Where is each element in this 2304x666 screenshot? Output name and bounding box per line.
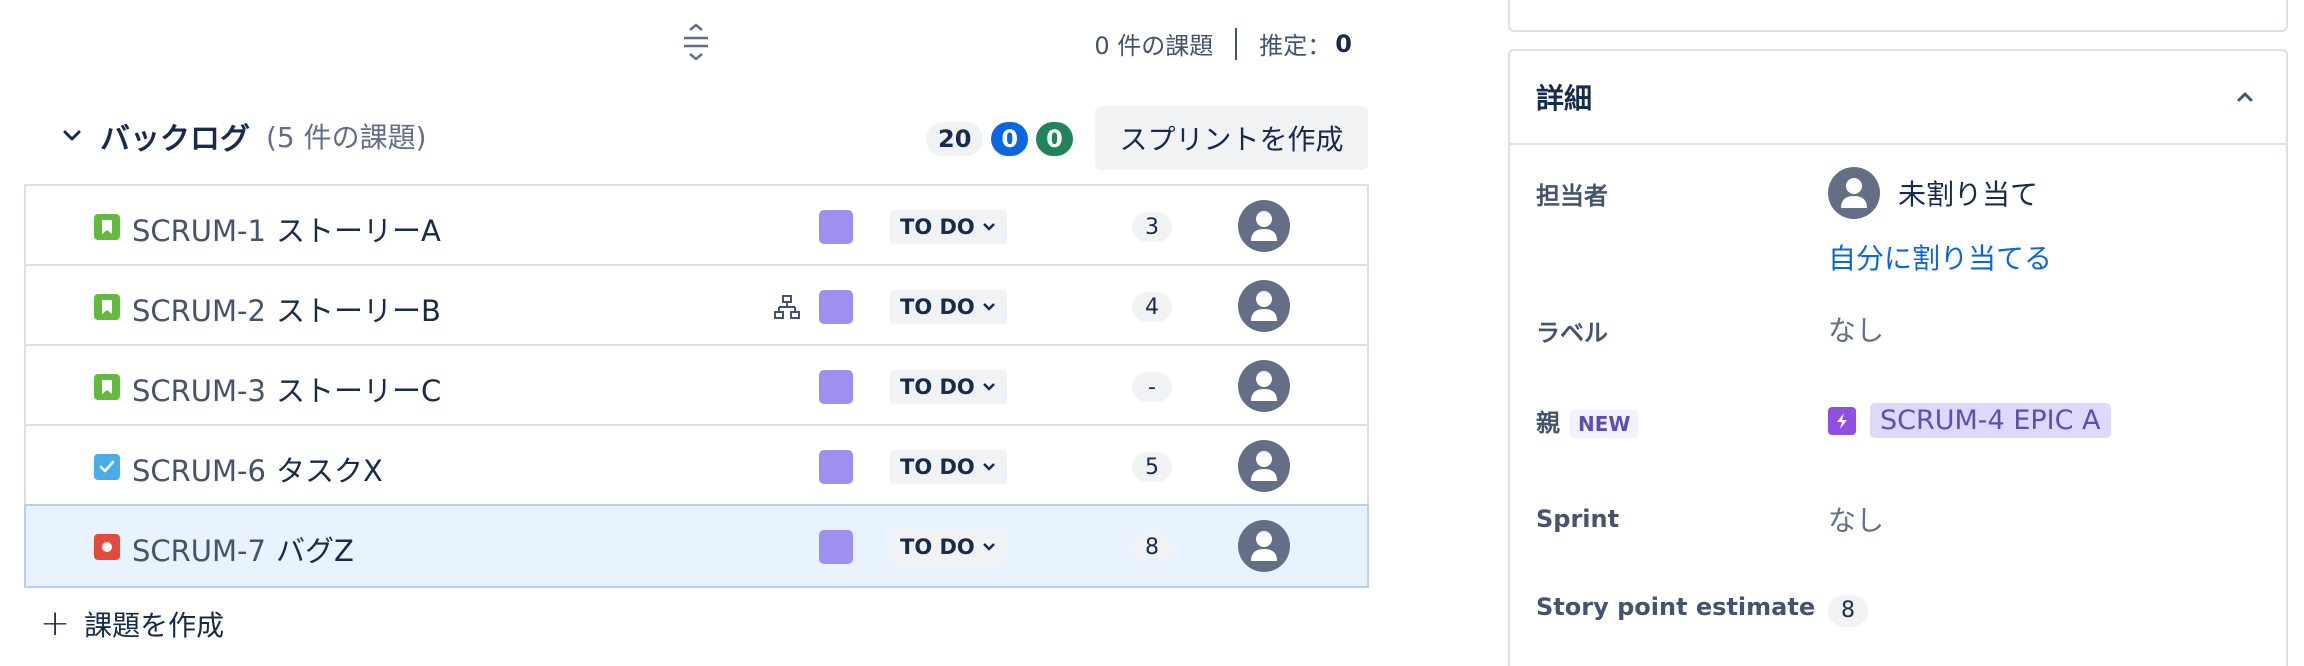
create-issue-button[interactable]: + 課題を作成 — [40, 604, 224, 644]
issue-key: SCRUM-3 — [132, 374, 266, 408]
plus-icon: + — [40, 603, 71, 644]
parent-label: 親 NEW — [1536, 403, 1639, 438]
sprint-issue-count: 0 件の課題 — [1094, 32, 1214, 60]
status-dropdown[interactable]: TO DO — [890, 530, 1007, 564]
done-count-badge: 0 — [1036, 122, 1073, 156]
issue-key: SCRUM-1 — [132, 214, 266, 248]
issue-key: SCRUM-7 — [132, 534, 266, 568]
story-points-badge[interactable]: 3 — [1132, 212, 1172, 242]
chevron-down-icon — [982, 303, 995, 311]
backlog-title: バックログ — [100, 122, 250, 157]
unassigned-avatar-icon — [1828, 167, 1880, 219]
labels-value[interactable]: なし — [1828, 309, 1884, 349]
issue-row-scrum-3[interactable]: SCRUM-3 ストーリーC TO DO - — [26, 346, 1367, 426]
details-title: 詳細 — [1536, 82, 1593, 115]
details-header[interactable]: 詳細 — [1510, 51, 2286, 145]
issue-summary: ストーリーB — [275, 294, 441, 328]
sprint-label: Sprint — [1536, 505, 1620, 533]
status-label: TO DO — [900, 535, 975, 559]
status-label: TO DO — [900, 215, 975, 239]
not-started-count-badge: 20 — [926, 122, 984, 156]
story-points-badge[interactable]: - — [1132, 372, 1172, 402]
epic-color-chip — [819, 290, 853, 324]
issue-row-scrum-7[interactable]: SCRUM-7 バグZ TO DO 8 — [24, 504, 1369, 588]
issue-summary: ストーリーC — [275, 374, 442, 408]
in-progress-count-badge: 0 — [991, 122, 1029, 156]
assignee-label: 担当者 — [1536, 182, 1608, 210]
issue-title[interactable]: SCRUM-3 ストーリーC — [132, 368, 441, 410]
assignee-field[interactable]: 未割り当て — [1828, 167, 2038, 219]
unassigned-avatar-icon[interactable] — [1238, 280, 1290, 332]
chevron-down-icon — [982, 223, 995, 231]
unassigned-avatar-icon[interactable] — [1238, 360, 1290, 412]
status-dropdown[interactable]: TO DO — [890, 450, 1007, 484]
story-icon — [94, 294, 120, 320]
status-label: TO DO — [900, 295, 975, 319]
backlog-header[interactable]: バックログ (5 件の課題) — [58, 114, 427, 158]
parent-epic-lozenge[interactable]: SCRUM-4 EPIC A — [1870, 403, 2111, 438]
story-point-estimate-field[interactable]: 8 — [1828, 591, 1868, 627]
status-dropdown[interactable]: TO DO — [890, 210, 1007, 244]
epic-color-chip — [819, 370, 853, 404]
story-icon — [94, 214, 120, 240]
status-dropdown[interactable]: TO DO — [890, 370, 1007, 404]
sprint-estimate-value: 0 — [1335, 29, 1352, 58]
epic-color-chip — [819, 450, 853, 484]
chevron-down-icon — [982, 463, 995, 471]
issue-title[interactable]: SCRUM-2 ストーリーB — [132, 288, 441, 330]
details-panel: 詳細 担当者 未割り当て 自分に割り当てる ラベル なし 親 NEW SCRUM-… — [1508, 49, 2288, 666]
assign-to-me-link[interactable]: 自分に割り当てる — [1828, 237, 2052, 277]
status-count-badges: 20 0 0 — [926, 122, 1073, 156]
create-issue-label: 課題を作成 — [84, 609, 225, 642]
sprint-value[interactable]: なし — [1828, 499, 1884, 539]
story-points-badge[interactable]: 5 — [1132, 452, 1172, 482]
create-sprint-button[interactable]: スプリントを作成 — [1095, 106, 1368, 170]
issue-summary: ストーリーA — [275, 214, 441, 248]
issue-title[interactable]: SCRUM-6 タスクX — [132, 448, 383, 490]
parent-label-text: 親 — [1536, 409, 1560, 437]
story-points-badge[interactable]: 4 — [1132, 292, 1172, 322]
task-checkbox-icon — [94, 454, 120, 480]
issue-row-scrum-6[interactable]: SCRUM-6 タスクX TO DO 5 — [26, 426, 1367, 506]
epic-color-chip — [819, 210, 853, 244]
status-label: TO DO — [900, 375, 975, 399]
new-lozenge: NEW — [1570, 410, 1639, 438]
epic-lightning-icon — [1828, 406, 1856, 435]
unassigned-avatar-icon[interactable] — [1238, 440, 1290, 492]
story-point-estimate-label: Story point estimate — [1536, 593, 1816, 621]
story-point-estimate-badge: 8 — [1828, 594, 1868, 627]
chevron-down-icon — [982, 543, 995, 551]
issue-row-scrum-1[interactable]: SCRUM-1 ストーリーA TO DO 3 — [26, 186, 1367, 266]
status-dropdown[interactable]: TO DO — [890, 290, 1007, 324]
sprint-summary: 0 件の課題 推定： 0 — [1094, 26, 1352, 61]
chevron-down-icon — [982, 383, 995, 391]
bug-icon — [94, 534, 120, 560]
sprint-estimate-label: 推定： — [1259, 32, 1332, 60]
issue-title[interactable]: SCRUM-7 バグZ — [132, 528, 354, 570]
issue-summary: バグZ — [275, 534, 354, 568]
parent-field[interactable]: SCRUM-4 EPIC A — [1828, 403, 2111, 438]
story-points-badge[interactable]: 8 — [1132, 532, 1172, 562]
epic-color-chip — [819, 530, 853, 564]
assignee-value: 未割り当て — [1898, 178, 2039, 211]
issue-title[interactable]: SCRUM-1 ストーリーA — [132, 208, 441, 250]
unassigned-avatar-icon[interactable] — [1238, 520, 1290, 572]
chevron-down-icon[interactable] — [58, 122, 86, 150]
chevron-up-icon[interactable] — [2232, 84, 2258, 110]
divider — [1235, 27, 1238, 60]
backlog-issue-list: SCRUM-1 ストーリーA TO DO 3 SCRUM-2 ストーリーB TO D… — [24, 184, 1369, 588]
child-issues-icon[interactable] — [774, 294, 800, 320]
issue-key: SCRUM-2 — [132, 294, 266, 328]
issue-key: SCRUM-6 — [132, 454, 266, 488]
status-label: TO DO — [900, 455, 975, 479]
previous-section-card — [1508, 0, 2288, 32]
drag-handle-icon[interactable] — [680, 22, 712, 62]
issue-row-scrum-2[interactable]: SCRUM-2 ストーリーB TO DO 4 — [26, 266, 1367, 346]
story-icon — [94, 374, 120, 400]
labels-label: ラベル — [1536, 319, 1608, 347]
unassigned-avatar-icon[interactable] — [1238, 200, 1290, 252]
issue-summary: タスクX — [275, 454, 383, 488]
backlog-issue-count: (5 件の課題) — [266, 121, 427, 154]
